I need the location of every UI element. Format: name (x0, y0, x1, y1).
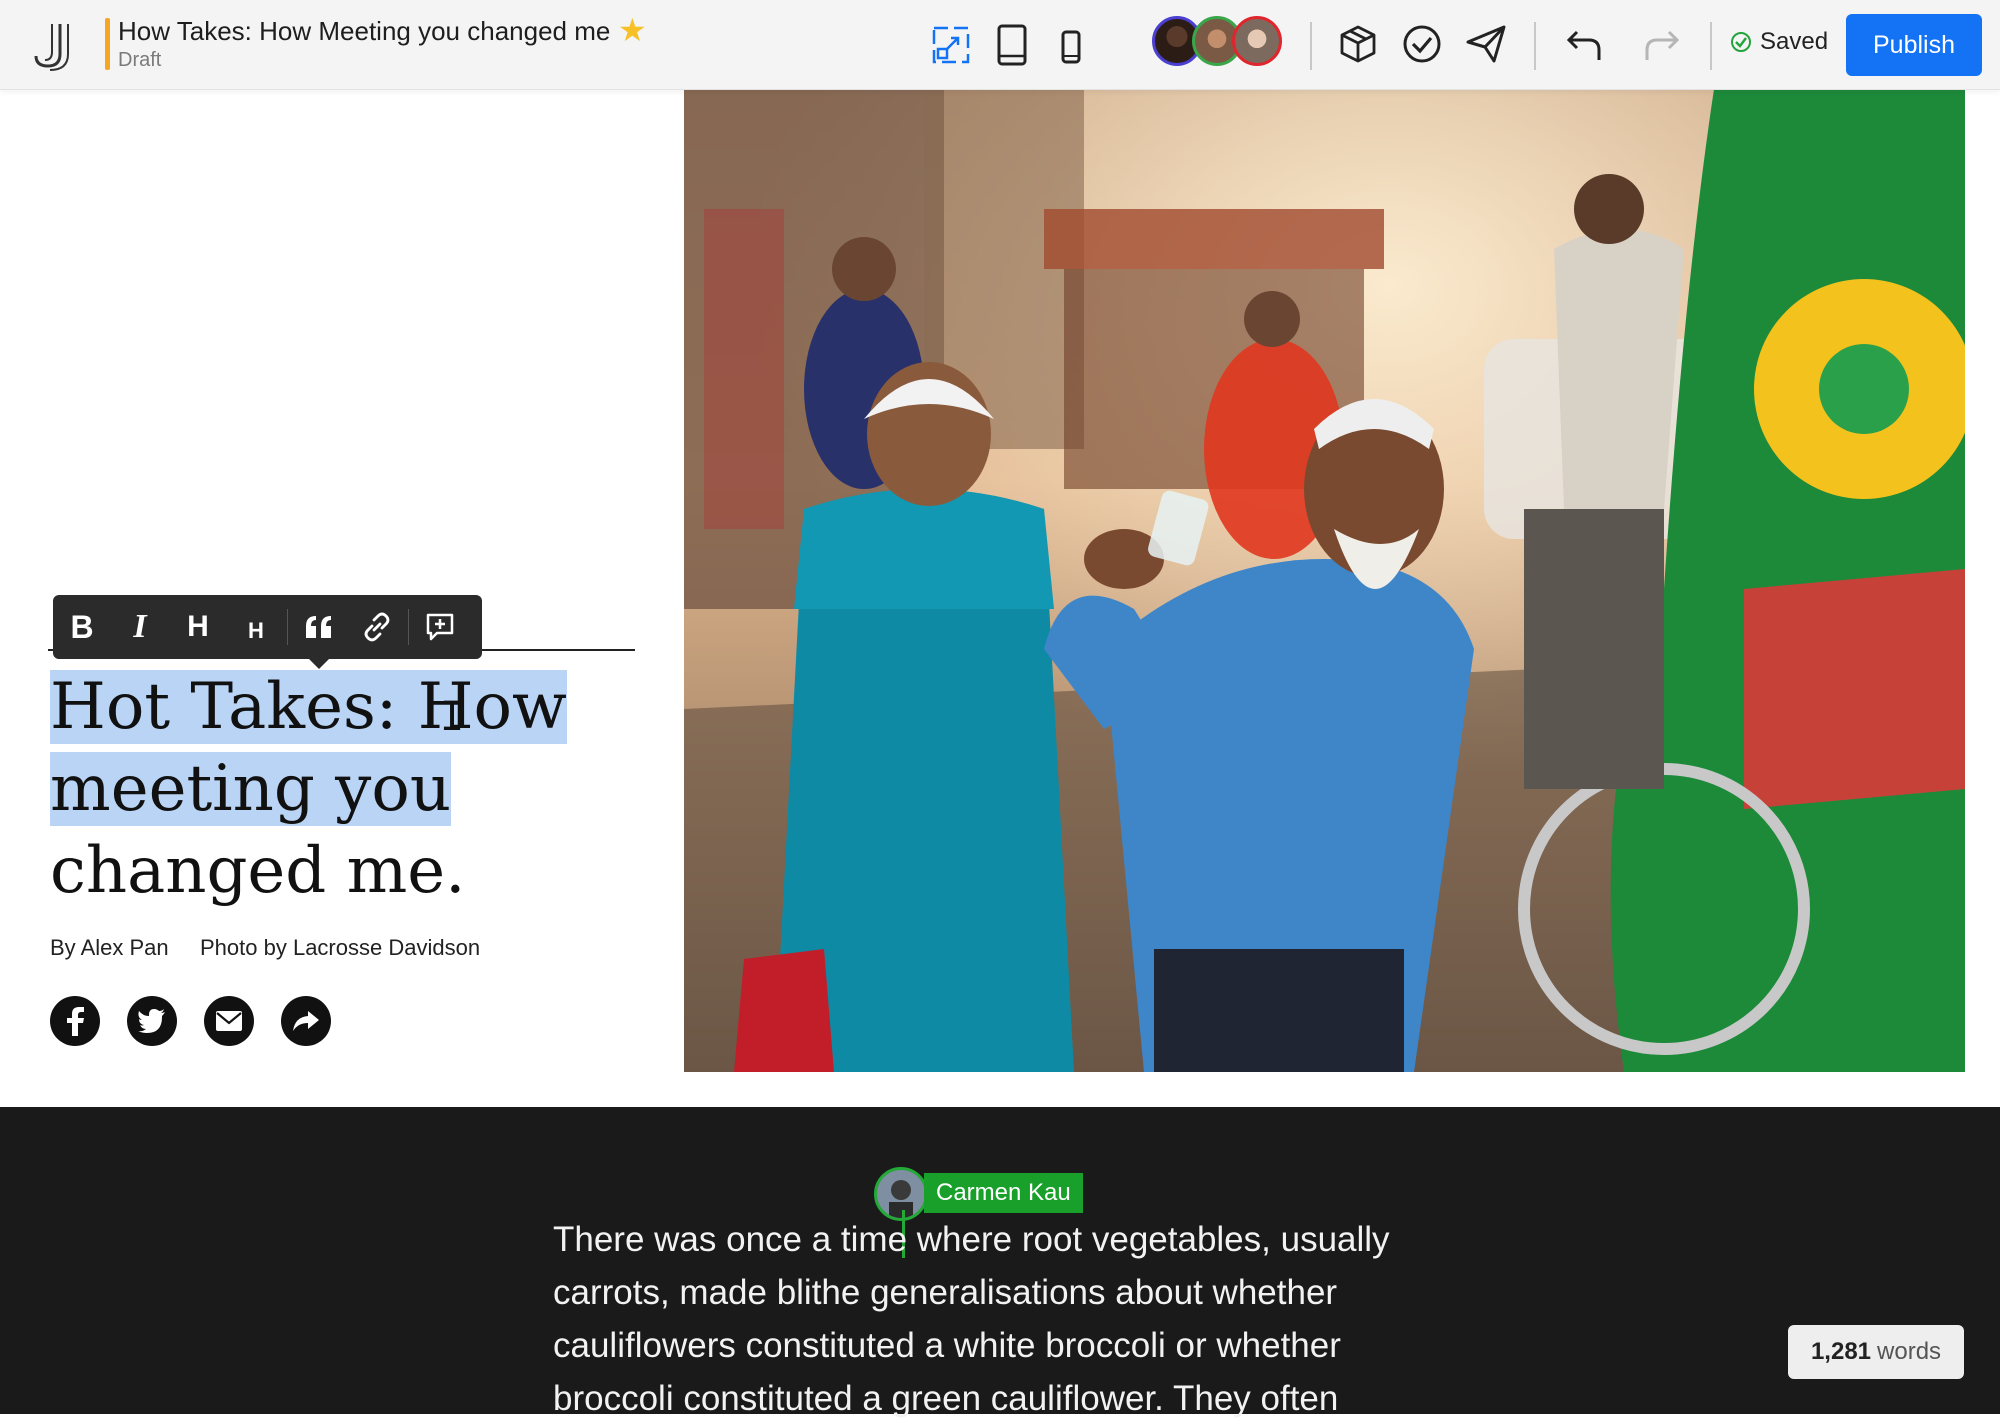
draft-marker (105, 18, 110, 70)
word-count-value: 1,281 (1810, 1338, 1872, 1365)
collaborator-avatar[interactable] (1232, 16, 1282, 66)
document-status: Draft (118, 49, 162, 71)
facebook-icon[interactable] (50, 996, 100, 1046)
italic-button[interactable]: I (111, 595, 169, 659)
hero-photo[interactable] (684, 89, 1965, 1072)
logo[interactable] (30, 18, 84, 72)
headline-selected-line-2[interactable]: meeting you (50, 752, 452, 826)
tablet-preview-icon[interactable] (994, 22, 1030, 68)
photo-credit[interactable]: Photo by Lacrosse Davidson (200, 935, 480, 961)
hero-photo-artwork (684, 89, 1965, 1072)
toolbar-separator (408, 609, 409, 645)
word-count-label: words (1877, 1338, 1942, 1365)
word-count-badge: 1,281 words (1788, 1325, 1964, 1379)
fullscreen-preview-icon[interactable] (930, 24, 972, 66)
saved-label: Saved (1760, 28, 1829, 55)
text-cursor-icon: I (440, 694, 465, 740)
toolbar-divider (1310, 22, 1312, 70)
publish-button[interactable]: Publish (1846, 14, 1982, 76)
collaborator-name-tag: Carmen Kau (924, 1173, 1083, 1213)
article-body-text[interactable]: There was once a time where root vegetab… (553, 1213, 1433, 1425)
twitter-icon[interactable] (127, 996, 177, 1046)
link-icon[interactable] (348, 595, 406, 659)
toolbar-divider (1710, 22, 1712, 70)
send-icon[interactable] (1464, 22, 1508, 66)
format-toolbar: B I H H (53, 595, 482, 669)
save-status: Saved (1730, 28, 1828, 56)
check-circle-icon[interactable] (1400, 22, 1444, 66)
toolbar-divider (1534, 22, 1536, 70)
share-icon[interactable] (281, 996, 331, 1046)
package-icon[interactable] (1336, 22, 1380, 66)
headline-selected-line-1[interactable]: Hot Takes: How (50, 670, 567, 744)
star-icon[interactable]: ★ (618, 14, 647, 46)
byline[interactable]: By Alex Pan (50, 935, 169, 961)
headline-line-3[interactable]: changed me. (50, 834, 466, 908)
saved-check-icon (1731, 32, 1751, 52)
document-title[interactable]: How Takes: How Meeting you changed me (118, 16, 610, 47)
undo-icon[interactable] (1564, 24, 1604, 64)
heading-small-button[interactable]: H (227, 599, 285, 663)
redo-icon[interactable] (1642, 24, 1682, 64)
email-icon[interactable] (204, 996, 254, 1046)
bold-button[interactable]: B (53, 595, 111, 659)
phone-preview-icon[interactable] (1058, 28, 1084, 66)
toolbar-separator (287, 609, 288, 645)
article-headline[interactable]: Hot Takes: How meeting you changed me. (50, 666, 650, 912)
collaborator-avatars[interactable] (1152, 16, 1292, 72)
add-comment-icon[interactable] (411, 595, 469, 659)
blockquote-icon[interactable] (290, 595, 348, 659)
heading-large-button[interactable]: H (169, 595, 227, 659)
top-bar: How Takes: How Meeting you changed me ★ … (0, 0, 2000, 90)
